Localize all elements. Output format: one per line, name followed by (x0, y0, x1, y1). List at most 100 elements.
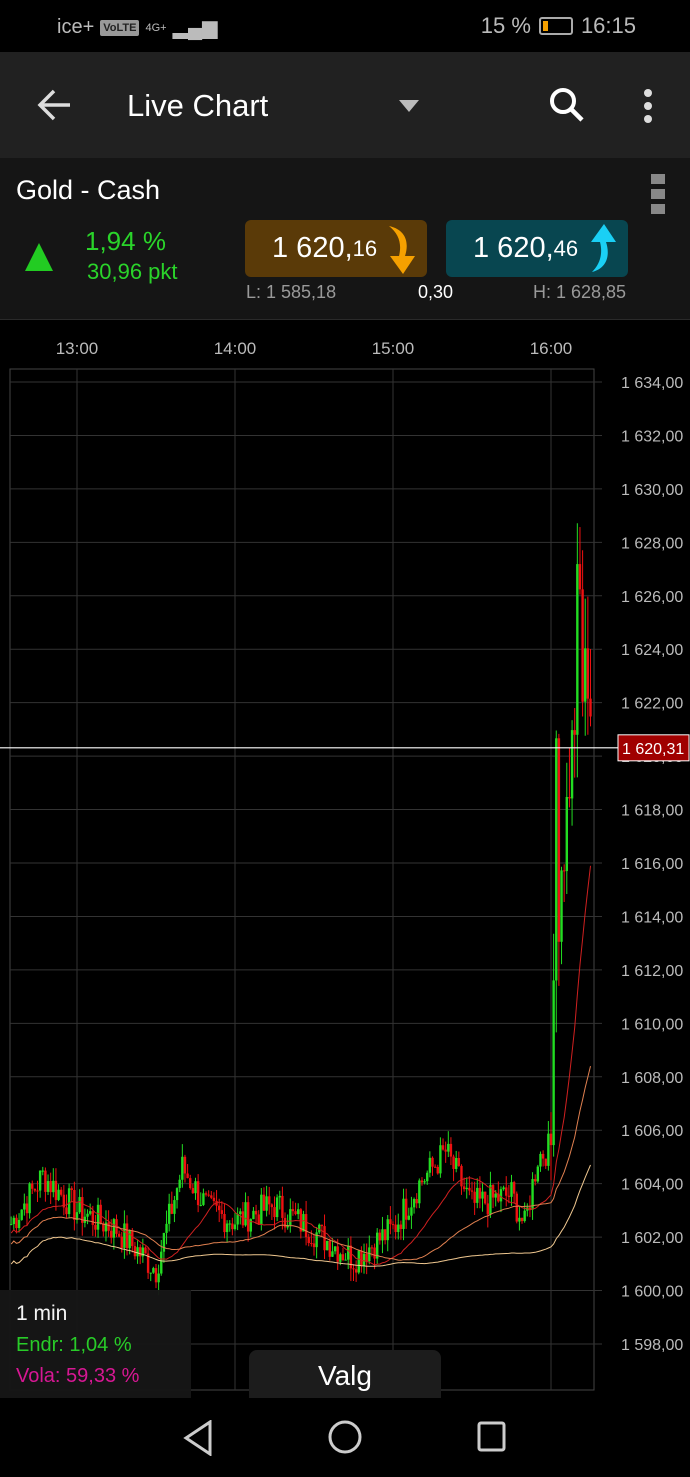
x-tick-label: 16:00 (530, 339, 573, 358)
sell-button[interactable]: 1 620, 16 (245, 220, 427, 277)
candle-body (412, 1199, 416, 1208)
x-tick-label: 15:00 (372, 339, 415, 358)
candle-body (212, 1197, 216, 1201)
candlestick-chart[interactable]: 13:00 14:00 15:00 16:00 1 634,00 1 632,00 1 63… (0, 321, 690, 1398)
candle-body (383, 1229, 387, 1241)
candle-body (23, 1203, 26, 1210)
candle-body (275, 1197, 279, 1218)
valg-button[interactable]: Valg (249, 1350, 441, 1398)
candle-body (165, 1223, 168, 1233)
y-tick-label: 1 606,00 (621, 1123, 683, 1140)
candle-body (20, 1209, 23, 1220)
current-price-label: 1 620,31 (622, 741, 684, 758)
candle-body (223, 1213, 226, 1233)
candle-body (104, 1222, 108, 1232)
candle-body (468, 1187, 471, 1191)
candle-body (123, 1223, 126, 1248)
candle-body (38, 1170, 42, 1191)
instrument-header: Gold - Cash 1,94 % 30,96 pkt 1 620, 16 1 … (0, 158, 690, 320)
candle-body (539, 1153, 542, 1167)
candle-body (515, 1193, 518, 1222)
candle-body (362, 1253, 366, 1266)
candle-body (257, 1214, 260, 1225)
candle-body (178, 1179, 181, 1189)
candle-body (36, 1190, 39, 1192)
candle-body (541, 1153, 545, 1159)
candle-body (86, 1213, 89, 1217)
candle-body (444, 1149, 447, 1152)
battery-icon (538, 17, 573, 35)
candle-body (357, 1250, 360, 1273)
status-bar: ice+ VoLTE 4G+ ▂▄▆ 15 % 16:15 (0, 0, 690, 52)
more-vert-icon[interactable] (641, 88, 655, 124)
candle-body (415, 1199, 418, 1204)
y-tick-label: 1 612,00 (621, 963, 683, 980)
candle-body (544, 1158, 547, 1166)
y-tick-label: 1 624,00 (621, 642, 683, 659)
candle-body (549, 1133, 553, 1146)
candle-body (107, 1222, 110, 1231)
candle-body (431, 1157, 434, 1167)
candle-body (289, 1209, 292, 1226)
candle-body (586, 648, 590, 699)
candle-body (570, 730, 574, 799)
low-price: L: 1 585,18 (246, 282, 337, 302)
arrow-down-curved-icon (389, 226, 415, 274)
candle-body (512, 1182, 516, 1194)
candle-body (204, 1193, 208, 1195)
volte-badge: VoLTE (100, 19, 140, 36)
candle-body (33, 1188, 37, 1191)
candle-body (210, 1195, 213, 1198)
candle-body (439, 1145, 442, 1174)
candle-body (117, 1233, 121, 1237)
page-title[interactable]: Live Chart (127, 88, 268, 124)
x-tick-label: 14:00 (214, 339, 257, 358)
dropdown-icon[interactable] (399, 100, 419, 114)
candle-body (499, 1189, 503, 1202)
nav-recents-icon[interactable] (477, 1421, 507, 1453)
candle-body (41, 1170, 44, 1172)
nav-back-icon[interactable] (183, 1420, 213, 1456)
chart-canvas[interactable]: 13:00 14:00 15:00 16:00 1 634,00 1 632,00 1 63… (0, 321, 690, 1398)
candle-body (183, 1156, 187, 1174)
candle-body (320, 1224, 324, 1227)
y-tick-label: 1 630,00 (621, 482, 683, 499)
buy-button[interactable]: 1 620, 46 (446, 220, 628, 277)
arrow-left-icon[interactable] (36, 89, 72, 121)
candle-body (433, 1166, 437, 1168)
candle-body (568, 797, 571, 799)
candle-body (65, 1207, 68, 1215)
candle-body (510, 1182, 513, 1197)
candle-body (49, 1181, 52, 1193)
candle-body (246, 1202, 250, 1232)
candle-body (54, 1180, 58, 1200)
nav-home-icon[interactable] (328, 1420, 362, 1454)
candle-body (531, 1179, 534, 1210)
candle-body (78, 1197, 81, 1213)
candle-body (373, 1247, 376, 1259)
candle-body (552, 980, 555, 1146)
candle-body (347, 1245, 350, 1260)
candle-body (15, 1217, 18, 1229)
candle-body (12, 1217, 15, 1225)
y-tick-label: 1 598,00 (621, 1337, 683, 1354)
candle-body (196, 1181, 200, 1206)
candle-body (57, 1189, 60, 1200)
candle-body (315, 1232, 318, 1248)
candle-body (562, 870, 566, 872)
candle-body (44, 1170, 47, 1192)
candle-body (70, 1188, 73, 1190)
drag-handle-icon[interactable] (651, 174, 665, 214)
vola-label: Vola: 59,33 % (16, 1365, 140, 1387)
candle-body (67, 1188, 71, 1215)
candle-body (160, 1251, 163, 1274)
candle-body (573, 730, 576, 735)
candle-body (281, 1195, 284, 1218)
search-icon[interactable] (548, 86, 586, 124)
candle-body (312, 1243, 316, 1248)
candle-body (189, 1178, 192, 1189)
candle-body (186, 1173, 189, 1179)
high-price: H: 1 628,85 (533, 282, 627, 302)
candle-body (273, 1207, 276, 1218)
candle-body (486, 1203, 489, 1215)
